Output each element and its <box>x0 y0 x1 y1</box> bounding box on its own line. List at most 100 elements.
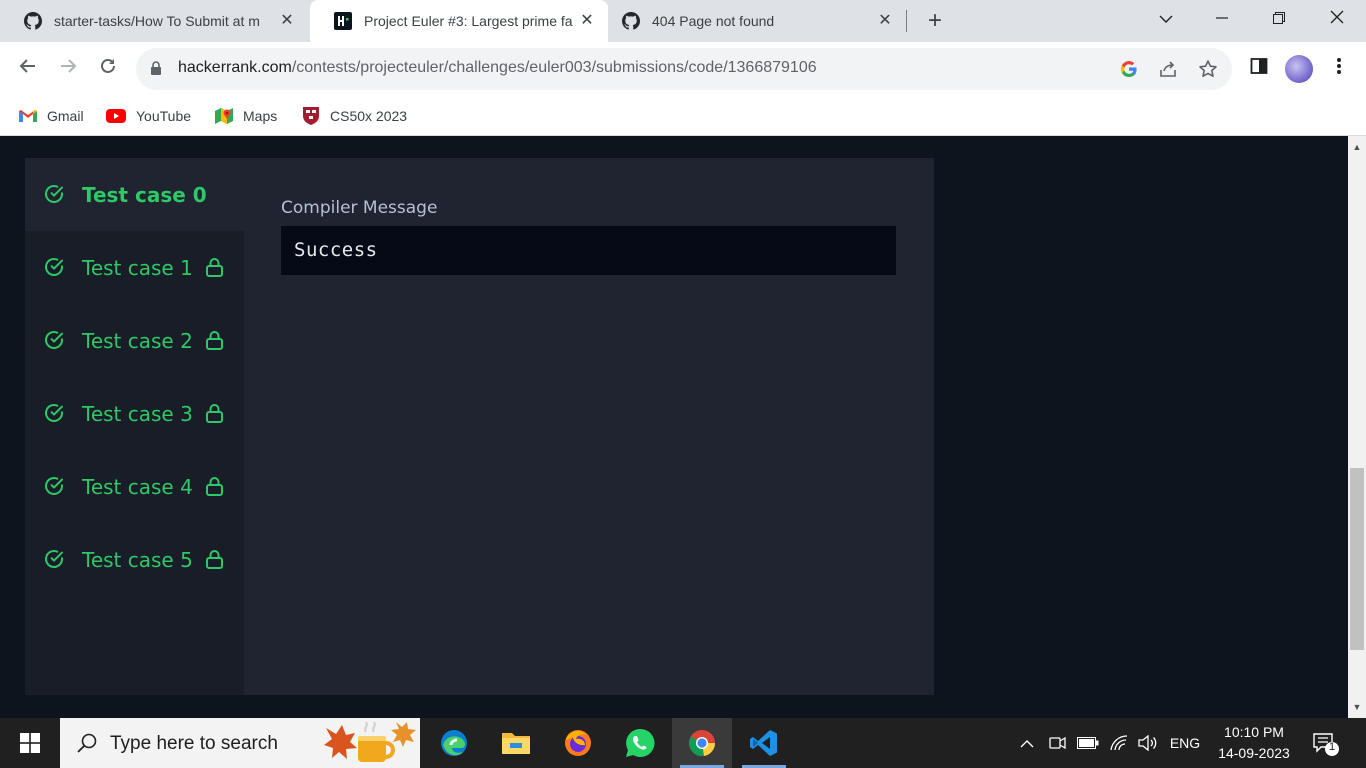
notification-center-icon[interactable]: 1 <box>1310 730 1340 758</box>
new-tab-button[interactable]: + <box>922 8 948 34</box>
tab-project-euler[interactable]: Project Euler #3: Largest prime fa ✕ <box>310 0 608 42</box>
testcase-label: Test case 2 <box>82 329 193 353</box>
testcase-5[interactable]: Test case 5 <box>25 523 244 596</box>
close-tab-icon[interactable]: ✕ <box>278 12 296 30</box>
bookmark-label: Gmail <box>47 108 84 124</box>
bookmark-gmail[interactable]: Gmail <box>19 104 84 128</box>
tab-title: starter-tasks/How To Submit at m <box>54 13 260 29</box>
side-panel-icon[interactable] <box>1245 55 1273 83</box>
testcase-4[interactable]: Test case 4 <box>25 450 244 523</box>
bookmark-label: CS50x 2023 <box>330 108 408 124</box>
bookmark-label: Maps <box>243 108 278 124</box>
whatsapp-icon[interactable] <box>610 718 670 768</box>
forward-button[interactable] <box>54 55 82 83</box>
clock-date: 14-09-2023 <box>1218 745 1290 761</box>
tab-title: 404 Page not found <box>652 13 775 29</box>
compiler-message-box: Success <box>281 226 896 275</box>
bookmark-label: YouTube <box>136 108 192 124</box>
lock-icon <box>206 258 223 282</box>
restore-button[interactable] <box>1266 8 1292 32</box>
close-tab-icon[interactable]: ✕ <box>578 12 596 30</box>
more-menu-icon[interactable] <box>1325 55 1353 83</box>
tab-title: Project Euler #3: Largest prime fa <box>364 13 573 29</box>
tab-separator <box>906 10 907 32</box>
testcase-0[interactable]: Test case 0 <box>25 158 244 231</box>
lock-icon <box>206 550 223 574</box>
github-icon <box>622 12 640 30</box>
testcase-2[interactable]: Test case 2 <box>25 304 244 377</box>
file-explorer-icon[interactable] <box>486 718 546 768</box>
browser-toolbar: hackerrank.com/contests/projecteuler/cha… <box>0 42 1366 96</box>
lock-icon <box>206 477 223 501</box>
autumn-tea-illustration-icon <box>322 718 420 768</box>
meet-now-icon[interactable] <box>1045 718 1071 768</box>
testcase-label: Test case 4 <box>82 475 193 499</box>
testcase-label: Test case 0 <box>82 183 207 207</box>
search-icon <box>76 732 98 759</box>
tab-github-404[interactable]: 404 Page not found ✕ <box>608 0 908 42</box>
share-icon[interactable] <box>1158 59 1178 79</box>
close-window-button[interactable] <box>1324 8 1350 32</box>
testcase-label: Test case 3 <box>82 402 193 426</box>
vscode-icon[interactable] <box>734 718 794 768</box>
testcase-label: Test case 1 <box>82 256 193 280</box>
volume-icon[interactable] <box>1135 718 1161 768</box>
bookmark-cs50x[interactable]: CS50x 2023 <box>302 104 407 128</box>
lock-icon <box>206 404 223 428</box>
check-circle-icon <box>44 476 64 501</box>
hackerrank-icon <box>334 12 352 30</box>
reload-button[interactable] <box>94 55 122 83</box>
testcase-list: Test case 0 Test case 1 Test case 2 Test… <box>25 158 244 695</box>
firefox-icon[interactable] <box>548 718 608 768</box>
scroll-down-arrow-icon[interactable]: ▼ <box>1352 702 1362 712</box>
harvard-shield-icon <box>302 107 320 125</box>
url-path: /contests/projecteuler/challenges/euler0… <box>291 59 817 76</box>
chrome-icon[interactable] <box>672 718 732 768</box>
scroll-up-arrow-icon[interactable]: ▲ <box>1352 142 1362 152</box>
tab-search-chevron-down-icon[interactable] <box>1153 8 1179 32</box>
profile-avatar[interactable] <box>1285 55 1313 83</box>
testcase-3[interactable]: Test case 3 <box>25 377 244 450</box>
lock-icon <box>206 331 223 355</box>
check-circle-icon <box>44 549 64 574</box>
windows-taskbar: Type here to search ENG 10:10 PM 14-09-2… <box>0 718 1366 768</box>
compiler-message-label: Compiler Message <box>281 198 438 218</box>
battery-icon[interactable] <box>1074 718 1102 768</box>
lock-icon[interactable] <box>150 61 162 81</box>
taskbar-search-box[interactable]: Type here to search <box>60 718 420 768</box>
check-circle-icon <box>44 403 64 428</box>
test-results-panel: Test case 0 Test case 1 Test case 2 Test… <box>25 158 934 695</box>
edge-icon[interactable] <box>424 718 484 768</box>
input-language[interactable]: ENG <box>1164 718 1206 768</box>
wifi-icon[interactable] <box>1106 718 1132 768</box>
close-tab-icon[interactable]: ✕ <box>876 12 894 30</box>
google-lens-icon[interactable] <box>1119 59 1139 79</box>
testcase-1[interactable]: Test case 1 <box>25 231 244 304</box>
youtube-icon <box>106 107 126 125</box>
scrollbar-thumb[interactable] <box>1350 468 1364 650</box>
back-button[interactable] <box>14 55 42 83</box>
bookmarks-bar: Gmail YouTube Maps CS50x 2023 <box>0 96 1366 136</box>
compiler-message-value: Success <box>294 239 378 261</box>
bookmark-star-icon[interactable] <box>1198 59 1218 79</box>
windows-start-icon[interactable] <box>0 718 60 768</box>
gmail-icon <box>19 107 37 125</box>
maps-icon <box>215 107 233 125</box>
github-icon <box>24 12 42 30</box>
minimize-button[interactable] <box>1209 8 1235 32</box>
search-placeholder: Type here to search <box>110 733 278 754</box>
check-circle-icon <box>44 330 64 355</box>
testcase-label: Test case 5 <box>82 548 193 572</box>
url-host: hackerrank.com <box>178 59 292 76</box>
check-circle-icon <box>44 257 64 282</box>
bookmark-maps[interactable]: Maps <box>215 104 277 128</box>
url-text[interactable]: hackerrank.com/contests/projecteuler/cha… <box>178 59 817 77</box>
address-bar[interactable]: hackerrank.com/contests/projecteuler/cha… <box>136 48 1232 90</box>
bookmark-youtube[interactable]: YouTube <box>106 104 191 128</box>
page-scrollbar[interactable]: ▲ ▼ <box>1348 136 1366 718</box>
page-content: Test case 0 Test case 1 Test case 2 Test… <box>0 136 1348 718</box>
show-hidden-icons-chevron-up-icon[interactable] <box>1015 718 1039 768</box>
taskbar-clock[interactable]: 10:10 PM 14-09-2023 <box>1210 722 1298 764</box>
tab-github-starter-tasks[interactable]: starter-tasks/How To Submit at m ✕ <box>0 0 308 42</box>
check-circle-icon <box>44 184 64 209</box>
